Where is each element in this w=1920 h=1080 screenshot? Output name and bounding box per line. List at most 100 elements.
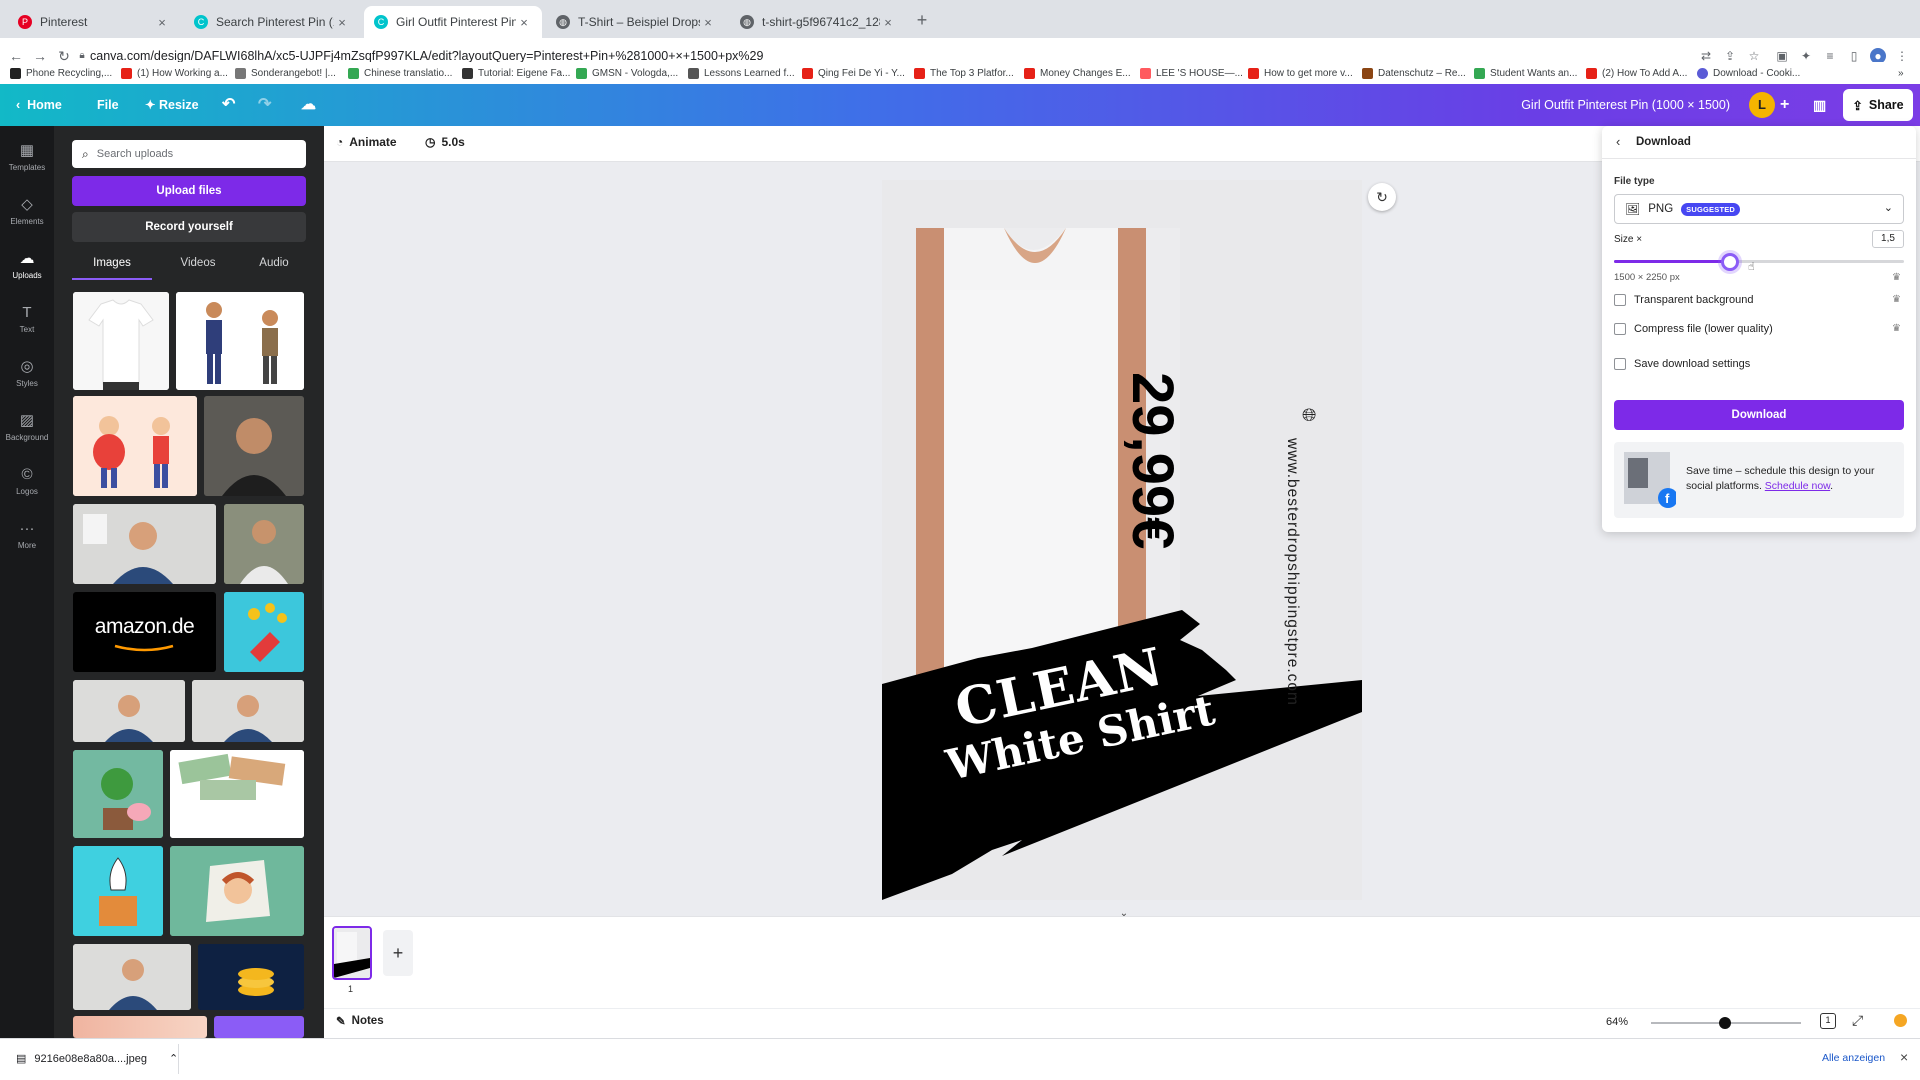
bookmark-item[interactable]: LEE 'S HOUSE—... [1140, 65, 1243, 81]
undo-icon[interactable]: ↶ [222, 94, 235, 116]
tab-audio[interactable]: Audio [238, 252, 310, 280]
resize-button[interactable]: ✦ Resize [145, 94, 199, 116]
zoom-level[interactable]: 64% [1606, 1016, 1628, 1028]
fullscreen-icon[interactable]: ⤢ [1852, 1012, 1863, 1029]
bookmark-item[interactable]: Student Wants an... [1474, 65, 1577, 81]
compress-file-checkbox[interactable]: Compress file (lower quality) [1614, 323, 1773, 335]
rail-styles[interactable]: ◎ Styles [0, 352, 54, 404]
chevron-up-icon[interactable]: ⌃ [169, 1052, 178, 1065]
close-tab-icon[interactable]: × [334, 15, 350, 30]
show-all-downloads-link[interactable]: Alle anzeigen [1822, 1052, 1885, 1064]
close-tab-icon[interactable]: × [700, 15, 716, 30]
upload-files-button[interactable]: Upload files [72, 176, 306, 206]
upload-thumb-man-portrait[interactable] [204, 396, 304, 496]
bookmark-item[interactable]: (2) How To Add A... [1586, 65, 1687, 81]
file-menu-button[interactable]: File [97, 94, 119, 116]
bookmark-item[interactable]: Phone Recycling,... [10, 65, 112, 81]
upload-thumb-woman-peek[interactable] [170, 846, 304, 936]
add-page-button[interactable]: + [383, 930, 413, 976]
page-grid-icon[interactable]: 1 [1820, 1013, 1836, 1029]
more-bookmarks-icon[interactable]: » [1898, 65, 1904, 81]
rail-more[interactable]: ··· More [0, 514, 54, 566]
animate-button[interactable]: ◔ Animate [336, 135, 397, 149]
save-download-settings-checkbox[interactable]: Save download settings [1614, 358, 1750, 370]
website-url-text[interactable]: www.besterdropshippingstpre.com [1282, 438, 1302, 758]
insights-chart-icon[interactable]: ▥ [1813, 94, 1826, 116]
design-title[interactable]: Girl Outfit Pinterest Pin (1000 × 1500) [1480, 94, 1730, 116]
user-avatar[interactable]: L [1749, 92, 1775, 118]
duration-button[interactable]: ◷ 5.0s [425, 135, 465, 149]
bookmark-item[interactable]: Tutorial: Eigene Fa... [462, 65, 570, 81]
upload-thumb-partial-2[interactable] [214, 1016, 304, 1038]
close-downloads-bar-icon[interactable]: × [1900, 1049, 1908, 1065]
upload-thumb-presenter-2[interactable] [73, 680, 185, 742]
upload-thumb-magnet-coins[interactable] [224, 592, 304, 672]
checkbox-box[interactable] [1614, 294, 1626, 306]
upload-thumb-before-after-illustration[interactable] [73, 396, 197, 496]
close-tab-icon[interactable]: × [154, 15, 170, 30]
cloud-saved-icon[interactable]: ☁ [301, 94, 316, 116]
schedule-now-link[interactable]: Schedule now [1765, 480, 1830, 492]
bookmark-item[interactable]: Datenschutz – Re... [1362, 65, 1466, 81]
upload-thumb-euro-notes[interactable] [170, 750, 304, 838]
design-canvas-page[interactable]: 29,99€ www.besterdropshippingstpre.com 🌐… [882, 180, 1362, 900]
page-thumbnail[interactable] [332, 926, 372, 980]
new-tab-button[interactable]: + [911, 9, 933, 31]
rail-logos[interactable]: © Logos [0, 460, 54, 512]
rail-background[interactable]: ▨ Background [0, 406, 54, 458]
rail-text[interactable]: T Text [0, 298, 54, 350]
zoom-slider-knob[interactable] [1719, 1017, 1731, 1029]
bookmark-item[interactable]: Chinese translatio... [348, 65, 452, 81]
back-chevron-icon[interactable]: ‹ [1616, 134, 1620, 149]
checkbox-box[interactable] [1614, 358, 1626, 370]
record-yourself-button[interactable]: Record yourself [72, 212, 306, 242]
bookmark-item[interactable]: GMSN - Vologda,... [576, 65, 678, 81]
upload-thumb-presenter-1[interactable] [73, 504, 216, 584]
rail-uploads[interactable]: ☁ Uploads [0, 244, 54, 296]
upload-thumb-partial-1[interactable] [73, 1016, 207, 1038]
size-slider-knob[interactable] [1721, 253, 1739, 271]
bookmark-item[interactable]: Lessons Learned f... [688, 65, 795, 81]
redo-icon[interactable]: ↷ [258, 94, 271, 116]
share-button[interactable]: ⇪ Share [1843, 89, 1913, 121]
rail-elements[interactable]: ◇ Elements [0, 190, 54, 242]
chevron-down-icon[interactable]: ⌄ [1116, 908, 1132, 919]
notes-button[interactable]: ✎ Notes [336, 1014, 384, 1028]
upload-thumb-white-tshirt[interactable] [73, 292, 169, 390]
browser-tab-search-pinterest[interactable]: C Search Pinterest Pin (1000 × 1... × [184, 6, 360, 38]
help-badge-icon[interactable] [1894, 1014, 1907, 1027]
download-button[interactable]: Download [1614, 400, 1904, 430]
bookmark-item[interactable]: Download - Cooki... [1697, 65, 1800, 81]
bookmark-item[interactable]: (1) How Working a... [121, 65, 228, 81]
bookmark-item[interactable]: Money Changes E... [1024, 65, 1131, 81]
downloaded-file-item[interactable]: ▤ 9216e08e8a80a....jpeg ⌃ [16, 1052, 178, 1066]
search-uploads-input[interactable]: ⌕ Search uploads [72, 140, 306, 168]
bookmark-item[interactable]: Sonderangebot! |... [235, 65, 336, 81]
upload-thumb-coins-dark[interactable] [198, 944, 304, 1010]
close-tab-icon[interactable]: × [516, 15, 532, 30]
bookmark-item[interactable]: The Top 3 Platfor... [914, 65, 1014, 81]
upload-thumb-presenter-3[interactable] [192, 680, 304, 742]
refresh-rotate-icon[interactable]: ↻ [1368, 183, 1396, 211]
add-collaborator-icon[interactable]: + [1780, 94, 1789, 116]
transparent-background-checkbox[interactable]: Transparent background [1614, 294, 1753, 306]
tab-images[interactable]: Images [72, 252, 152, 280]
bookmark-item[interactable]: How to get more v... [1248, 65, 1353, 81]
browser-tab-girl-outfit[interactable]: C Girl Outfit Pinterest Pin (1000... × [364, 6, 542, 38]
upload-thumb-rocket-box[interactable] [73, 846, 163, 936]
upload-thumb-man-outdoor[interactable] [224, 504, 304, 584]
browser-tab-tshirt-jpg[interactable]: ◍ t-shirt-g5f96741c2_1280.jpg (... × [730, 6, 906, 38]
rail-templates[interactable]: ▦ Templates [0, 136, 54, 188]
size-slider-track[interactable] [1614, 260, 1904, 263]
file-type-select[interactable]: 🖼︎ PNG SUGGESTED ⌄ [1614, 194, 1904, 224]
upload-thumb-money-tree[interactable] [73, 750, 163, 838]
tab-videos[interactable]: Videos [158, 252, 238, 280]
close-tab-icon[interactable]: × [880, 15, 896, 30]
price-text[interactable]: 29,99€ [1120, 372, 1185, 592]
home-button[interactable]: ‹ Home [16, 94, 62, 116]
upload-thumb-presenter-4[interactable] [73, 944, 191, 1010]
checkbox-box[interactable] [1614, 323, 1626, 335]
browser-tab-tshirt-dropshipping[interactable]: ◍ T-Shirt – Beispiel Dropshipping... × [546, 6, 726, 38]
upload-thumb-amazon-logo[interactable]: amazon.de [73, 592, 216, 672]
size-input[interactable]: 1,5 [1872, 230, 1904, 248]
